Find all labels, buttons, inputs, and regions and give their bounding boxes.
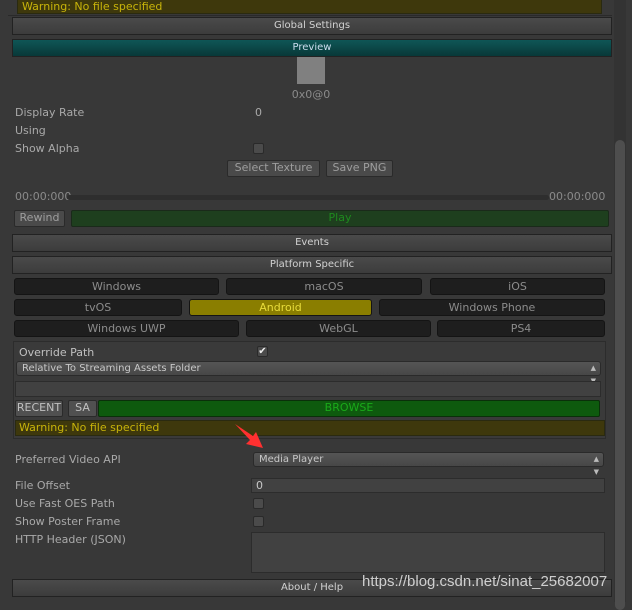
events-header[interactable]: Events [12, 234, 612, 252]
rewind-button[interactable]: Rewind [14, 210, 65, 227]
top-warning: Warning: No file specified [17, 0, 602, 14]
play-button[interactable]: Play [71, 210, 609, 227]
file-offset-label: File Offset [15, 479, 70, 492]
file-offset-input[interactable]: 0 [251, 478, 605, 493]
seek-slider[interactable] [67, 195, 549, 200]
show-alpha-checkbox[interactable] [253, 143, 264, 154]
platform-tab-windows-phone[interactable]: Windows Phone [379, 299, 605, 316]
time-duration: 00:00:000 [549, 190, 606, 203]
sa-button[interactable]: SA [68, 400, 97, 417]
path-input[interactable] [15, 381, 601, 397]
preview-header[interactable]: Preview [12, 39, 612, 57]
fast-oes-label: Use Fast OES Path [15, 497, 115, 510]
override-path-checkbox[interactable]: ✔ [257, 346, 268, 357]
platform-tab-webgl[interactable]: WebGL [246, 320, 431, 337]
path-mode-value: Relative To Streaming Assets Folder [22, 363, 201, 374]
dropdown-arrows-icon: ▲▼ [593, 455, 599, 476]
divider [8, 15, 612, 16]
poster-frame-label: Show Poster Frame [15, 515, 121, 528]
watermark: https://blog.csdn.net/sinat_25682007 [362, 573, 608, 590]
preferred-api-label: Preferred Video API [15, 453, 121, 466]
time-current: 00:00:000 [15, 190, 72, 203]
select-texture-button[interactable]: Select Texture [227, 160, 320, 177]
preferred-api-value: Media Player [259, 454, 324, 465]
recent-button[interactable]: RECENT [15, 400, 63, 417]
platform-tab-windows-uwp[interactable]: Windows UWP [14, 320, 239, 337]
red-arrow-annotation [235, 424, 263, 448]
display-rate-value: 0 [255, 106, 262, 119]
platform-tab-tvos[interactable]: tvOS [14, 299, 182, 316]
platform-tab-ps4[interactable]: PS4 [437, 320, 605, 337]
platform-specific-header[interactable]: Platform Specific [12, 256, 612, 274]
path-mode-dropdown[interactable]: Relative To Streaming Assets Folder▲▼ [16, 361, 601, 385]
http-header-input[interactable] [251, 532, 605, 573]
global-settings-header[interactable]: Global Settings [12, 17, 612, 35]
poster-frame-checkbox[interactable] [253, 516, 264, 527]
http-header-label: HTTP Header (JSON) [15, 533, 126, 546]
browse-button[interactable]: BROWSE [98, 400, 600, 417]
preview-resolution: 0x0@0 [291, 88, 331, 101]
using-label: Using [15, 124, 46, 137]
save-png-button[interactable]: Save PNG [326, 160, 393, 177]
preview-texture [297, 57, 325, 84]
warning-message: Warning: No file specified [15, 420, 605, 436]
platform-tab-android[interactable]: Android [189, 299, 372, 316]
override-path-label: Override Path [19, 346, 95, 359]
show-alpha-label: Show Alpha [15, 142, 80, 155]
display-rate-label: Display Rate [15, 106, 85, 119]
fast-oes-checkbox[interactable] [253, 498, 264, 509]
platform-tab-ios[interactable]: iOS [430, 278, 605, 295]
scrollbar-thumb[interactable] [615, 140, 625, 610]
preferred-api-dropdown[interactable]: Media Player ▲ ▼ [253, 452, 604, 476]
platform-tab-windows[interactable]: Windows [14, 278, 219, 295]
platform-tab-macos[interactable]: macOS [226, 278, 422, 295]
